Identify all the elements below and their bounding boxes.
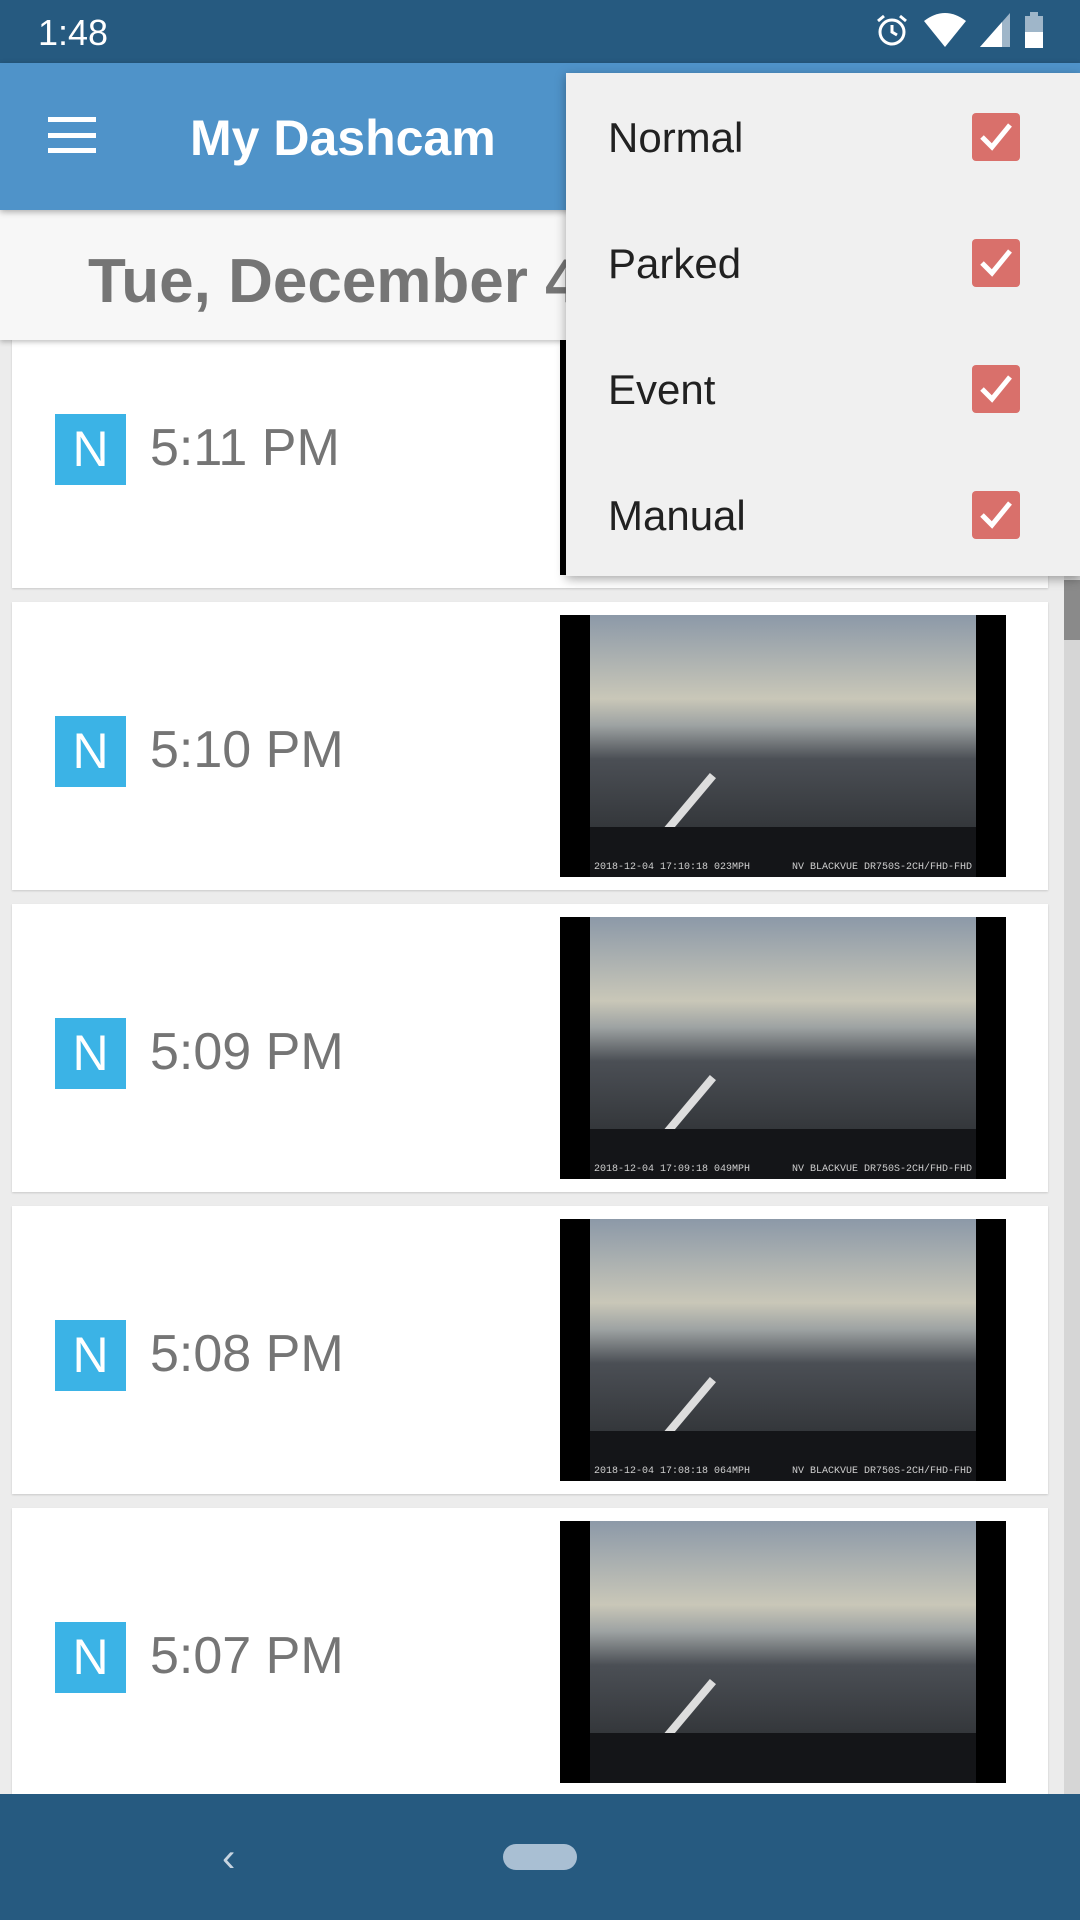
check-icon xyxy=(980,249,1012,277)
type-badge: N xyxy=(55,414,126,485)
home-pill-button[interactable] xyxy=(503,1844,577,1870)
recording-time: 5:11 PM xyxy=(150,419,340,477)
overlay-timestamp: 2018-12-04 17:09:18 049MPH xyxy=(594,1164,751,1175)
app-title: My Dashcam xyxy=(190,110,496,166)
checkbox[interactable] xyxy=(972,113,1020,161)
recording-card[interactable]: N 5:10 PM 2018-12-04 17:10:18 023MPH NV … xyxy=(12,602,1048,890)
recording-time: 5:09 PM xyxy=(150,1023,344,1081)
recording-card[interactable]: N 5:09 PM 2018-12-04 17:09:18 049MPH NV … xyxy=(12,904,1048,1192)
status-bar: 1:48 xyxy=(0,0,1080,63)
recording-card[interactable]: N 5:07 PM xyxy=(12,1508,1048,1794)
recording-time: 5:10 PM xyxy=(150,721,344,779)
check-icon xyxy=(980,123,1012,151)
check-icon xyxy=(980,501,1012,529)
battery-icon xyxy=(1025,12,1043,48)
scrollbar-thumb[interactable] xyxy=(1064,580,1080,640)
type-badge: N xyxy=(55,1018,126,1089)
date-header-text: Tue, December 4 xyxy=(88,247,580,316)
filter-label: Manual xyxy=(608,492,746,539)
wifi-icon xyxy=(924,13,966,47)
thumbnail-scene: 2018-12-04 17:10:18 023MPH NV BLACKVUE D… xyxy=(590,615,976,877)
signal-icon xyxy=(980,13,1010,47)
video-thumbnail[interactable]: 2018-12-04 17:10:18 023MPH NV BLACKVUE D… xyxy=(560,615,1006,877)
filter-item-manual[interactable]: Manual xyxy=(566,452,1080,578)
type-badge: N xyxy=(55,716,126,787)
filter-item-parked[interactable]: Parked xyxy=(566,200,1080,326)
overlay-camera: NV BLACKVUE DR750S-2CH/FHD-FHD xyxy=(791,862,972,873)
thumbnail-scene xyxy=(590,1521,976,1783)
type-badge: N xyxy=(55,1622,126,1693)
video-thumbnail[interactable]: 2018-12-04 17:09:18 049MPH NV BLACKVUE D… xyxy=(560,917,1006,1179)
filter-label: Event xyxy=(608,366,716,413)
checkbox[interactable] xyxy=(972,365,1020,413)
checkbox[interactable] xyxy=(972,491,1020,539)
overlay-camera: NV BLACKVUE DR750S-2CH/FHD-FHD xyxy=(791,1164,972,1175)
thumbnail-scene: 2018-12-04 17:09:18 049MPH NV BLACKVUE D… xyxy=(590,917,976,1179)
filter-item-normal[interactable]: Normal xyxy=(566,74,1080,200)
video-thumbnail[interactable]: 2018-12-04 17:08:18 064MPH NV BLACKVUE D… xyxy=(560,1219,1006,1481)
hamburger-icon[interactable] xyxy=(48,117,96,153)
filter-label: Normal xyxy=(608,114,744,161)
status-time: 1:48 xyxy=(38,12,109,53)
overlay-camera: NV BLACKVUE DR750S-2CH/FHD-FHD xyxy=(791,1466,972,1477)
overlay-timestamp: 2018-12-04 17:08:18 064MPH xyxy=(594,1466,751,1477)
back-icon[interactable]: ‹ xyxy=(222,1836,235,1881)
thumbnail-scene: 2018-12-04 17:08:18 064MPH NV BLACKVUE D… xyxy=(590,1219,976,1481)
check-icon xyxy=(980,375,1012,403)
filter-label: Parked xyxy=(608,240,742,287)
type-badge: N xyxy=(55,1320,126,1391)
filter-menu: Normal Parked Event Manual xyxy=(566,73,1080,576)
filter-item-event[interactable]: Event xyxy=(566,326,1080,452)
alarm-icon xyxy=(877,14,907,46)
checkbox[interactable] xyxy=(972,239,1020,287)
recording-card[interactable]: N 5:08 PM 2018-12-04 17:08:18 064MPH NV … xyxy=(12,1206,1048,1494)
navigation-bar: ‹ xyxy=(0,1794,1080,1920)
recording-time: 5:08 PM xyxy=(150,1325,344,1383)
recording-time: 5:07 PM xyxy=(150,1627,344,1685)
overlay-timestamp: 2018-12-04 17:10:18 023MPH xyxy=(594,862,751,873)
video-thumbnail[interactable] xyxy=(560,1521,1006,1783)
